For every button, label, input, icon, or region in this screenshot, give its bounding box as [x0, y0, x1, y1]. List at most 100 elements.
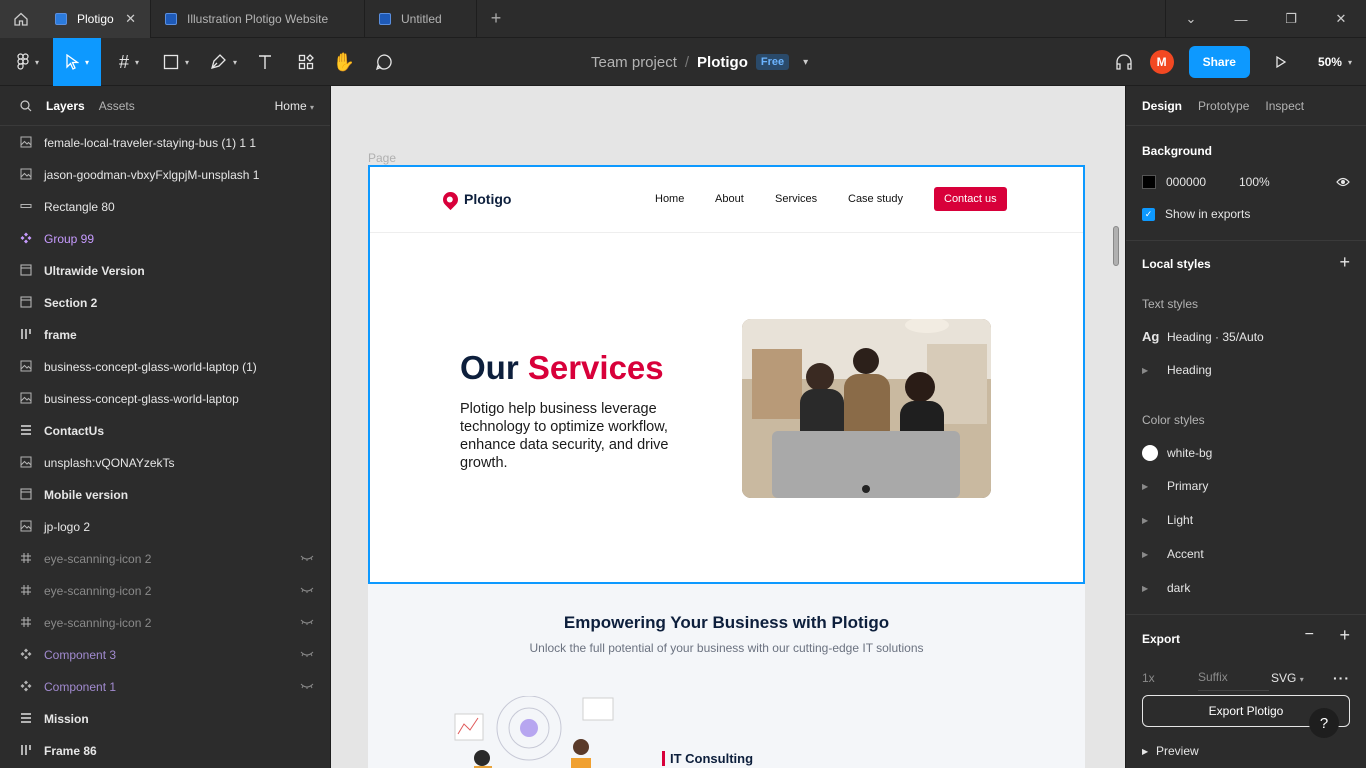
restore-icon[interactable]: ❐ — [1266, 0, 1316, 38]
caret-right-icon[interactable]: ▶ — [1142, 482, 1167, 491]
nav-link-case-study[interactable]: Case study — [848, 193, 903, 205]
layer-item[interactable]: Frame 86 — [0, 735, 330, 767]
caret-right-icon[interactable]: ▶ — [1142, 747, 1156, 756]
export-format[interactable]: SVG ▾ — [1271, 671, 1304, 685]
chevron-down-icon[interactable]: ▾ — [1348, 58, 1352, 67]
layer-item[interactable]: business-concept-glass-world-laptop — [0, 383, 330, 415]
tab-inspect[interactable]: Inspect — [1265, 99, 1304, 113]
layer-item[interactable]: Rectangle 80 — [0, 191, 330, 223]
layer-item[interactable]: eye-scanning-icon 2 — [0, 575, 330, 607]
text-style-heading[interactable]: Ag Heading · 35/Auto — [1142, 329, 1350, 344]
tab-layers[interactable]: Layers — [46, 99, 85, 113]
frame-label[interactable]: Page — [368, 151, 396, 165]
home-tab[interactable] — [0, 0, 41, 38]
caret-right-icon[interactable]: ▶ — [1142, 584, 1167, 593]
layer-item[interactable]: Mission — [0, 703, 330, 735]
text-tool-button[interactable] — [252, 38, 278, 86]
hidden-eye-icon[interactable] — [300, 554, 314, 565]
layer-item[interactable]: unsplash:vQONAYzekTs — [0, 447, 330, 479]
nav-link-services[interactable]: Services — [775, 193, 848, 205]
hidden-eye-icon[interactable] — [300, 650, 314, 661]
main-menu-button[interactable]: ▾ — [10, 38, 46, 86]
layer-item[interactable]: ContactUs — [0, 415, 330, 447]
comment-tool-button[interactable] — [371, 38, 397, 86]
layer-item[interactable]: eye-scanning-icon 2 — [0, 607, 330, 639]
shape-tool-button[interactable]: ▾ — [158, 38, 194, 86]
remove-export-icon[interactable]: − — [1305, 626, 1314, 644]
search-icon[interactable] — [20, 99, 32, 112]
nav-link-about[interactable]: About — [715, 193, 775, 205]
file-name[interactable]: Plotigo — [697, 54, 748, 71]
hidden-eye-icon[interactable] — [300, 618, 314, 629]
layer-item[interactable]: Component 1 — [0, 671, 330, 703]
chevron-down-icon[interactable]: ▾ — [803, 57, 808, 68]
tab-illustration[interactable]: Illustration Plotigo Website — [151, 0, 365, 38]
tab-prototype[interactable]: Prototype — [1198, 99, 1249, 113]
tab-plotigo[interactable]: Plotigo ✕ — [41, 0, 151, 38]
preview-row[interactable]: ▶ Preview — [1142, 744, 1350, 758]
layer-item[interactable]: Section 2 — [0, 287, 330, 319]
tab-untitled[interactable]: Untitled — [365, 0, 477, 38]
tab-assets[interactable]: Assets — [99, 99, 135, 113]
move-tool-button[interactable]: ▾ — [53, 38, 101, 86]
page-selector[interactable]: Home ▾ — [275, 99, 314, 113]
hidden-eye-icon[interactable] — [300, 682, 314, 693]
headphones-icon[interactable] — [1114, 52, 1134, 72]
close-window-icon[interactable]: ✕ — [1316, 0, 1366, 38]
chevron-down-icon[interactable]: ⌄ — [1166, 0, 1216, 38]
hero-photo[interactable] — [742, 319, 991, 498]
caret-right-icon[interactable]: ▶ — [1142, 550, 1167, 559]
canvas[interactable]: Page Plotigo Home About Services Case st… — [331, 86, 1125, 768]
color-group-primary[interactable]: ▶ Primary — [1142, 479, 1350, 493]
export-scale[interactable]: 1x — [1142, 671, 1198, 685]
show-in-exports-row[interactable]: ✓ Show in exports — [1142, 207, 1350, 221]
tab-design[interactable]: Design — [1142, 99, 1182, 113]
caret-right-icon[interactable]: ▶ — [1142, 516, 1167, 525]
present-icon[interactable] — [1274, 55, 1288, 69]
layer-item[interactable]: Component 3 — [0, 639, 330, 671]
caret-right-icon[interactable]: ▶ — [1142, 366, 1167, 375]
layer-item[interactable]: eye-scanning-icon 2 — [0, 543, 330, 575]
layer-item[interactable]: jp-logo 2 — [0, 511, 330, 543]
resources-button[interactable] — [293, 38, 319, 86]
layer-item[interactable]: Group 99 — [0, 223, 330, 255]
hidden-eye-icon[interactable] — [300, 586, 314, 597]
export-suffix-input[interactable]: Suffix — [1198, 670, 1269, 691]
text-style-group[interactable]: ▶ Heading — [1142, 363, 1350, 377]
nav-link-home[interactable]: Home — [655, 193, 715, 205]
site-logo[interactable]: Plotigo — [439, 188, 511, 210]
hand-tool-button[interactable]: ✋ — [331, 38, 357, 86]
layer-item[interactable]: frame — [0, 319, 330, 351]
canvas-scrollbar[interactable] — [1113, 226, 1119, 266]
close-tab-icon[interactable]: ✕ — [125, 11, 136, 27]
page-frame[interactable]: Plotigo Home About Services Case study C… — [368, 165, 1085, 768]
color-swatch[interactable] — [1142, 175, 1156, 189]
bg-opacity[interactable]: 100% — [1239, 175, 1270, 189]
add-export-icon[interactable]: + — [1339, 625, 1350, 646]
more-options-icon[interactable]: ··· — [1333, 670, 1350, 686]
zoom-level[interactable]: 50% — [1318, 55, 1342, 69]
add-style-icon[interactable]: + — [1339, 252, 1350, 273]
help-button[interactable]: ? — [1309, 708, 1339, 738]
layer-item[interactable]: Mobile version — [0, 479, 330, 511]
eye-icon[interactable] — [1336, 177, 1350, 187]
share-button[interactable]: Share — [1188, 46, 1250, 78]
minimize-icon[interactable]: — — [1216, 0, 1266, 38]
color-group-dark[interactable]: ▶ dark — [1142, 581, 1350, 595]
layer-item[interactable]: business-concept-glass-world-laptop (1) — [0, 351, 330, 383]
project-name[interactable]: Team project — [591, 54, 677, 71]
color-group-light[interactable]: ▶ Light — [1142, 513, 1350, 527]
checkbox-icon[interactable]: ✓ — [1142, 207, 1155, 221]
background-fill-row[interactable]: 000000 100% — [1142, 175, 1350, 189]
layer-item[interactable]: Ultrawide Version — [0, 255, 330, 287]
pen-tool-button[interactable]: ▾ — [204, 38, 242, 86]
layer-item[interactable]: jason-goodman-vbxyFxlgpjM-unsplash 1 — [0, 159, 330, 191]
layer-item[interactable]: female-local-traveler-staying-bus (1) 1 … — [0, 127, 330, 159]
color-style-white-bg[interactable]: white-bg — [1142, 445, 1350, 461]
new-tab-icon[interactable]: + — [477, 0, 515, 37]
avatar[interactable]: M — [1149, 50, 1174, 74]
frame-tool-button[interactable]: # ▾ — [111, 38, 147, 86]
bg-hex[interactable]: 000000 — [1166, 175, 1239, 189]
contact-us-button[interactable]: Contact us — [934, 187, 1007, 211]
color-group-accent[interactable]: ▶ Accent — [1142, 547, 1350, 561]
